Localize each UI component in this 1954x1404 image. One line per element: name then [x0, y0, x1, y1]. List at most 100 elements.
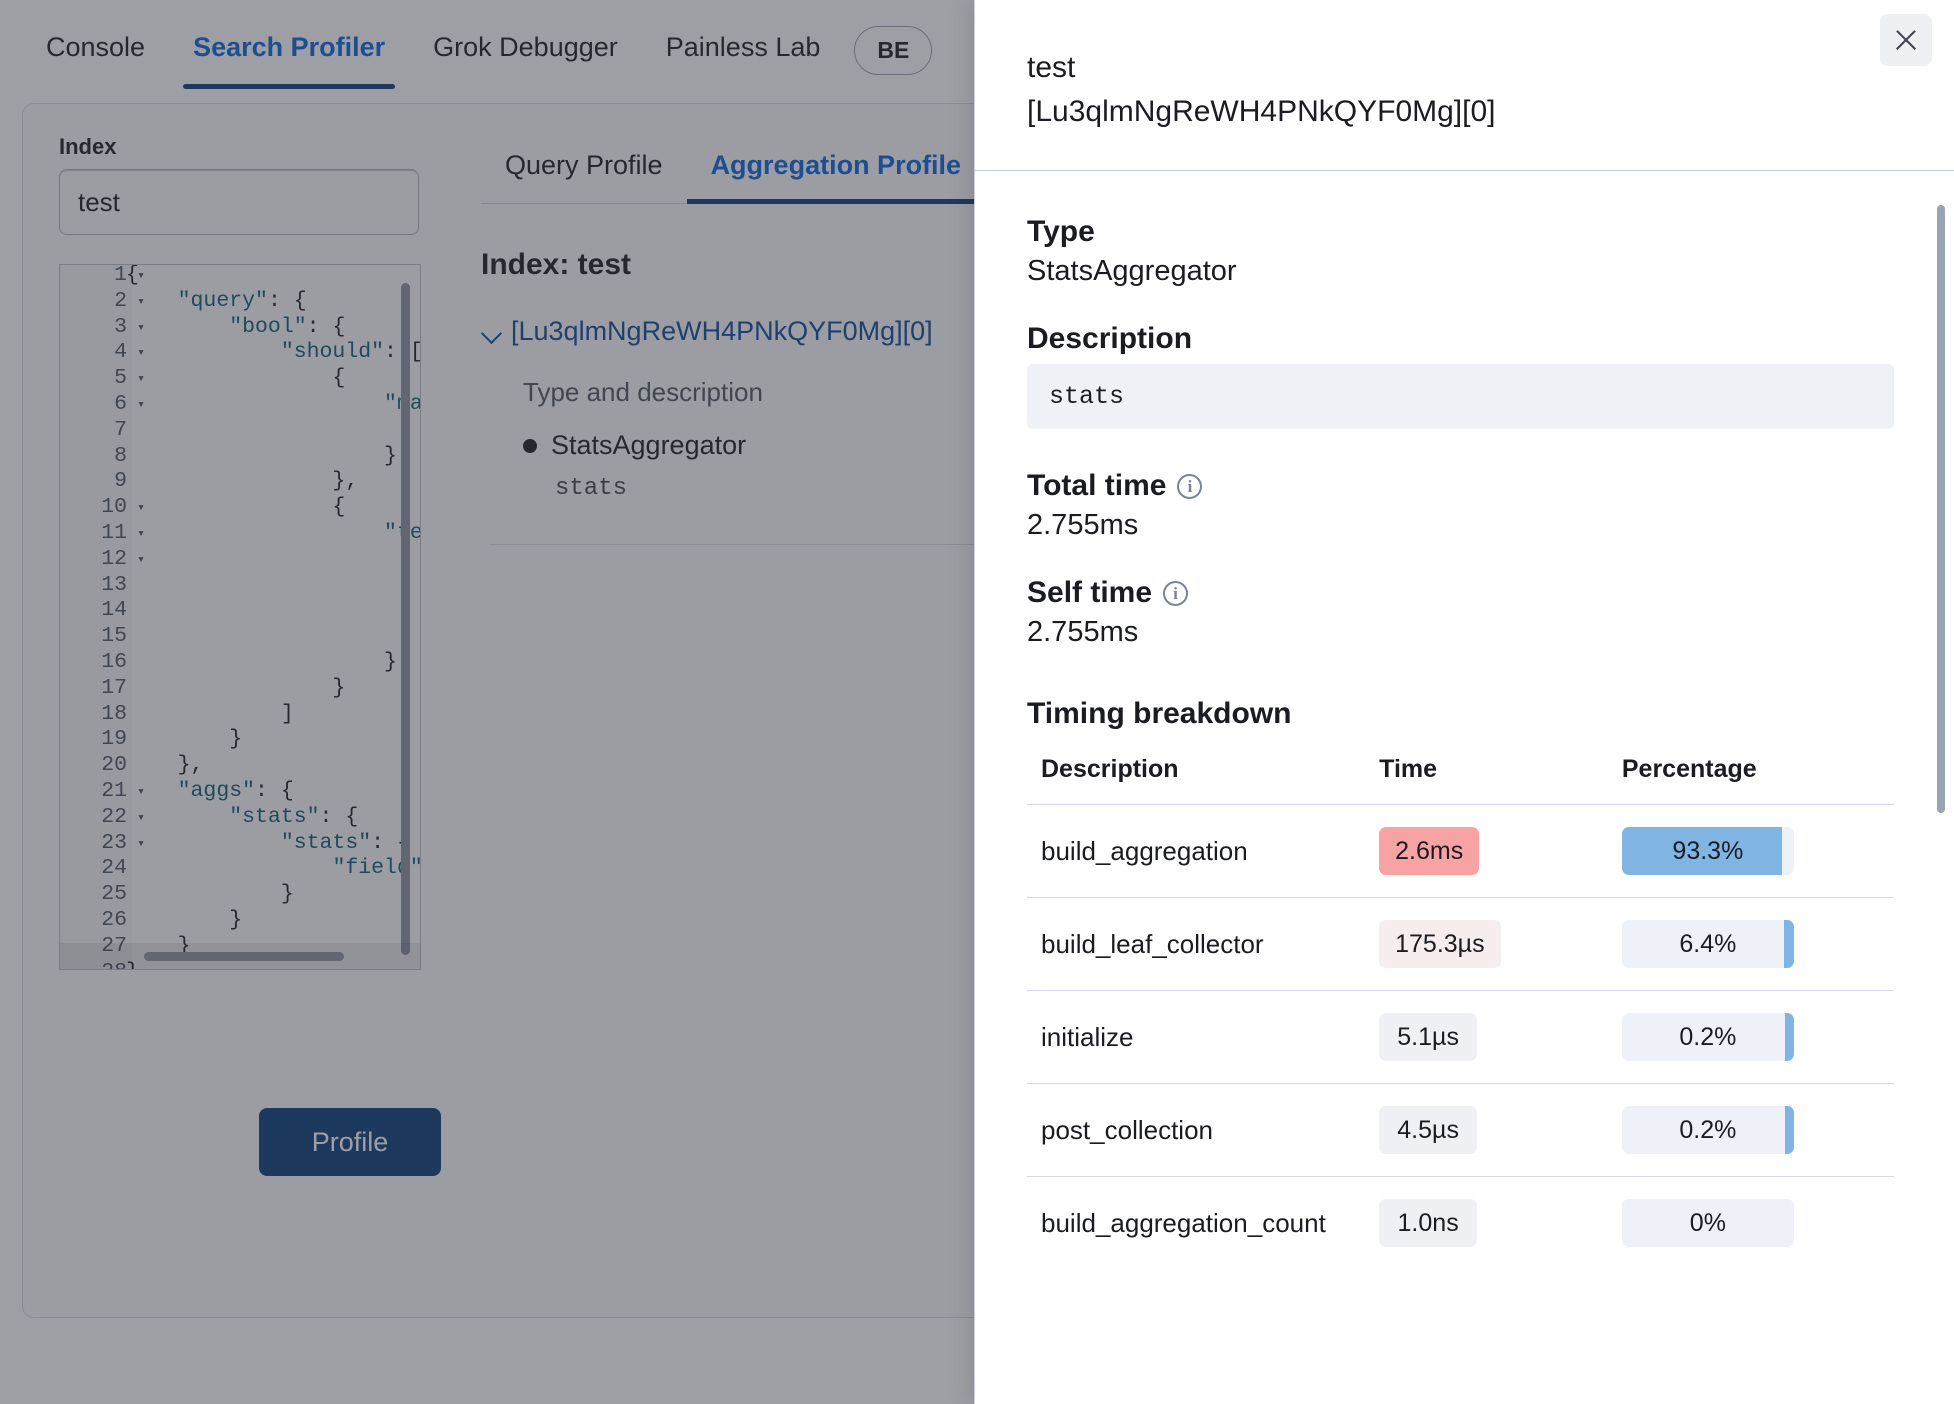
editor-line-number: 14 [101, 598, 127, 623]
percentage-bar: 93.3% [1621, 827, 1794, 875]
editor-line: "stats": { [280, 830, 410, 855]
editor-line-number: 24 [101, 856, 127, 881]
table-row: build_aggregation 2.6ms 93.3% [1027, 804, 1894, 898]
editor-line-numbers: 1 ▾ 2 ▾ 3 ▾ 4 ▾ 5 ▾ 6 ▾ 7 8 9 10 ▾ 11 ▾ 12 ▾ 13 14 15 16 17 18 19 20… [60, 264, 145, 969]
table-row: initialize 5.1µs 0.2% [1027, 990, 1894, 1084]
percentage-label: 0% [1689, 1208, 1726, 1237]
info-icon[interactable]: i [1163, 580, 1189, 606]
self-time-heading: Self time i [1027, 576, 1894, 610]
column-header-percentage: Percentage [1607, 755, 1894, 805]
editor-line: } [126, 675, 346, 700]
editor-line: { [126, 495, 346, 520]
editor-line: } [126, 907, 243, 932]
editor-line: "s" [126, 573, 420, 599]
self-time-label: Self time [1027, 576, 1153, 609]
editor-line-number: 18 [101, 701, 127, 726]
total-time-label: Total time [1027, 469, 1167, 502]
tab-painless-lab[interactable]: Painless Lab [642, 8, 845, 89]
tab-grok-debugger[interactable]: Grok Debugger [409, 8, 642, 89]
self-time-value: 2.755ms [1027, 616, 1139, 648]
cell-description: build_aggregation [1027, 804, 1366, 898]
table-header-row: Description Time Percentage [1027, 755, 1894, 805]
table-row: build_leaf_collector 175.3µs 6.4% [1027, 897, 1894, 991]
editor-line: { [126, 366, 346, 391]
shard-id-label: [Lu3qlmNgReWH4PNkQYF0Mg][0] [511, 316, 933, 346]
query-editor[interactable]: 1 ▾ 2 ▾ 3 ▾ 4 ▾ 5 ▾ 6 ▾ 7 8 9 10 ▾ 11 ▾ 12 ▾ 13 14 15 16 17 18 19 20… [59, 264, 421, 970]
type-heading: Type [1027, 215, 1095, 248]
tab-query-profile[interactable]: Query Profile [481, 134, 687, 203]
percentage-bar-fill [1783, 920, 1794, 968]
tab-search-profiler[interactable]: Search Profiler [169, 8, 409, 89]
cell-description: build_aggregation_count [1041, 1208, 1326, 1238]
cell-percentage: 0.2% [1607, 990, 1894, 1084]
bullet-icon [523, 438, 537, 453]
left-pane: Index [59, 134, 459, 235]
editor-line: "name": [ [126, 547, 420, 573]
editor-line-number: 9 [114, 469, 127, 494]
cell-time: 175.3µs [1365, 897, 1608, 991]
description-value: stats [1027, 364, 1894, 429]
table-row: build_aggregation_count 1.0ns 0% [1027, 1177, 1894, 1270]
cell-time: 1.0ns [1365, 1177, 1608, 1270]
editor-line: } [126, 727, 243, 752]
percentage-bar: 0.2% [1621, 1106, 1794, 1154]
editor-line-number: 10 ▾ [101, 495, 145, 520]
percentage-bar-fill [1785, 1013, 1794, 1061]
flyout-header: test [Lu3qlmNgReWH4PNkQYF0Mg][0] [975, 0, 1954, 171]
time-chip: 2.6ms [1379, 827, 1480, 875]
tab-aggregation-profile[interactable]: Aggregation Profile [686, 134, 986, 204]
editor-line-number: 6 ▾ [114, 391, 145, 416]
editor-horizontal-scrollbar[interactable] [144, 952, 344, 961]
percentage-label: 6.4% [1679, 929, 1737, 958]
flyout-title-line-1: test [1027, 51, 1076, 84]
editor-line: "name": "fred" [126, 418, 420, 444]
editor-line: "stats": { [229, 804, 359, 829]
cell-description: post_collection [1027, 1083, 1366, 1177]
editor-line-number: 7 [114, 417, 127, 442]
editor-line: "match": { [126, 392, 420, 418]
percentage-bar-fill [1785, 1106, 1794, 1154]
total-time-heading: Total time i [1027, 469, 1894, 503]
percentage-bar: 0% [1621, 1199, 1794, 1247]
percentage-label: 0.2% [1679, 1022, 1737, 1051]
editor-line-number: 11 ▾ [101, 520, 145, 545]
close-icon[interactable] [1880, 14, 1932, 66]
timing-breakdown-heading: Timing breakdown [1027, 697, 1292, 730]
index-input[interactable] [59, 169, 419, 235]
description-heading: Description [1027, 322, 1193, 355]
cell-percentage: 93.3% [1607, 804, 1894, 898]
time-chip: 4.5µs [1379, 1106, 1478, 1154]
percentage-label: 93.3% [1672, 836, 1744, 865]
editor-line-number: 2 ▾ [114, 288, 145, 313]
editor-line: "should": [ [280, 340, 420, 365]
cell-percentage: 6.4% [1607, 897, 1894, 991]
editor-line: }, [126, 469, 359, 494]
beta-badge: BE [854, 26, 933, 75]
editor-code-area[interactable]: { "query": { "bool": { "should": [ { "ma… [126, 264, 420, 969]
tab-console[interactable]: Console [22, 8, 169, 89]
type-value: StatsAggregator [1027, 255, 1237, 287]
editor-line: "aggs": { [177, 778, 294, 803]
flyout-scrollbar[interactable] [1937, 205, 1945, 813]
editor-line: ] [126, 624, 420, 649]
editor-line: } [126, 882, 294, 907]
time-chip: 175.3µs [1379, 920, 1501, 968]
flyout-title: test [Lu3qlmNgReWH4PNkQYF0Mg][0] [1027, 46, 1884, 134]
editor-line-number: 15 [101, 624, 127, 649]
info-icon[interactable]: i [1177, 473, 1203, 499]
editor-line-number: 3 ▾ [114, 314, 145, 339]
timing-breakdown-table: Description Time Percentage build_aggreg… [1027, 755, 1894, 1269]
cell-time: 5.1µs [1365, 990, 1608, 1084]
editor-line-number: 25 [101, 882, 127, 907]
editor-line: "s" [126, 598, 420, 624]
cell-description: build_leaf_collector [1027, 897, 1366, 991]
editor-line-number: 1 ▾ [114, 264, 145, 287]
editor-line-number: 12 ▾ [101, 546, 145, 571]
column-header-time: Time [1365, 755, 1608, 805]
editor-vertical-scrollbar[interactable] [401, 283, 410, 955]
profile-button[interactable]: Profile [259, 1108, 441, 1176]
time-chip: 5.1µs [1379, 1013, 1478, 1061]
cell-description: initialize [1027, 990, 1366, 1084]
cell-time: 2.6ms [1365, 804, 1608, 898]
editor-line: { [126, 264, 139, 287]
